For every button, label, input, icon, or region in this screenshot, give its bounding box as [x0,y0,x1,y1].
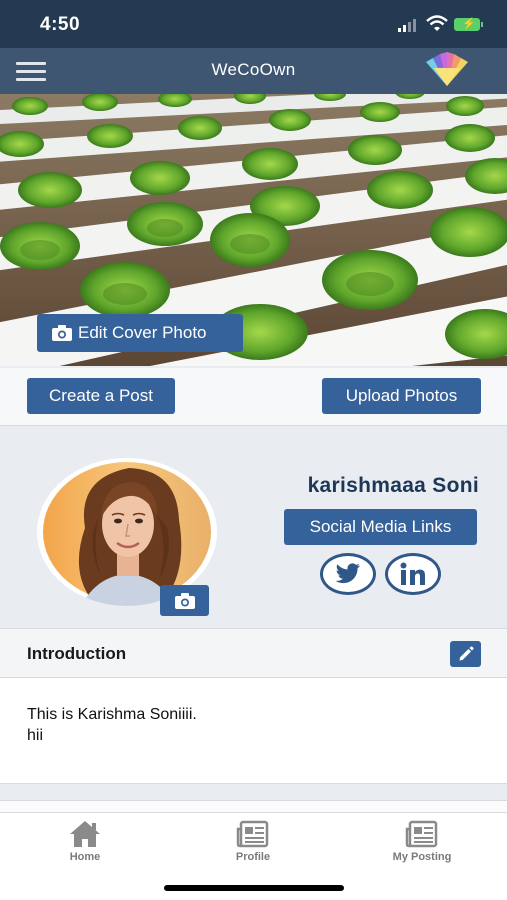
edit-cover-photo-button[interactable]: Edit Cover Photo [37,314,243,352]
battery-icon: ⚡ [454,18,483,31]
home-icon [70,821,100,847]
camera-icon [174,592,195,609]
change-avatar-button[interactable] [160,585,209,616]
status-bar: 4:50 ⚡ [0,0,507,48]
wecoown-logo[interactable] [424,50,470,90]
profile-name: karishmaaa Soni [307,474,479,497]
introduction-line: This is Karishma Soniiii. [27,706,197,723]
create-post-button[interactable]: Create a Post [27,378,175,414]
tab-home-label: Home [69,851,101,863]
tab-profile-label: Profile [235,851,271,863]
introduction-body: This is Karishma Soniiii. hii [0,678,507,784]
tab-profile[interactable]: Profile [193,819,313,863]
signal-icon [398,19,416,32]
newspaper-icon [405,820,438,848]
linkedin-button[interactable] [385,553,441,595]
tab-home[interactable]: Home [25,819,145,863]
newspaper-icon [236,820,269,848]
tab-my-posting-label: My Posting [392,851,452,863]
nav-bar: WeCoOwn [0,48,507,94]
edit-cover-photo-label: Edit Cover Photo [78,323,207,342]
introduction-title: Introduction [27,644,127,663]
camera-icon [52,325,72,341]
home-indicator [164,885,344,891]
social-media-links-button[interactable]: Social Media Links [284,509,477,545]
introduction-text: This is Karishma Soniiii. hii [27,704,197,746]
introduction-line: hii [27,727,44,744]
twitter-icon [335,563,361,584]
avatar[interactable] [37,458,217,606]
wifi-icon [426,15,448,31]
tab-my-posting[interactable]: My Posting [362,819,482,863]
upload-photos-button[interactable]: Upload Photos [322,378,481,414]
edit-introduction-button[interactable] [450,641,481,667]
twitter-button[interactable] [320,553,376,595]
introduction-header: Introduction [0,628,507,678]
profile-actions-card: Create a Post Upload Photos [0,368,507,426]
linkedin-icon [400,562,425,585]
status-time: 4:50 [40,14,81,35]
pencil-icon [459,646,474,661]
